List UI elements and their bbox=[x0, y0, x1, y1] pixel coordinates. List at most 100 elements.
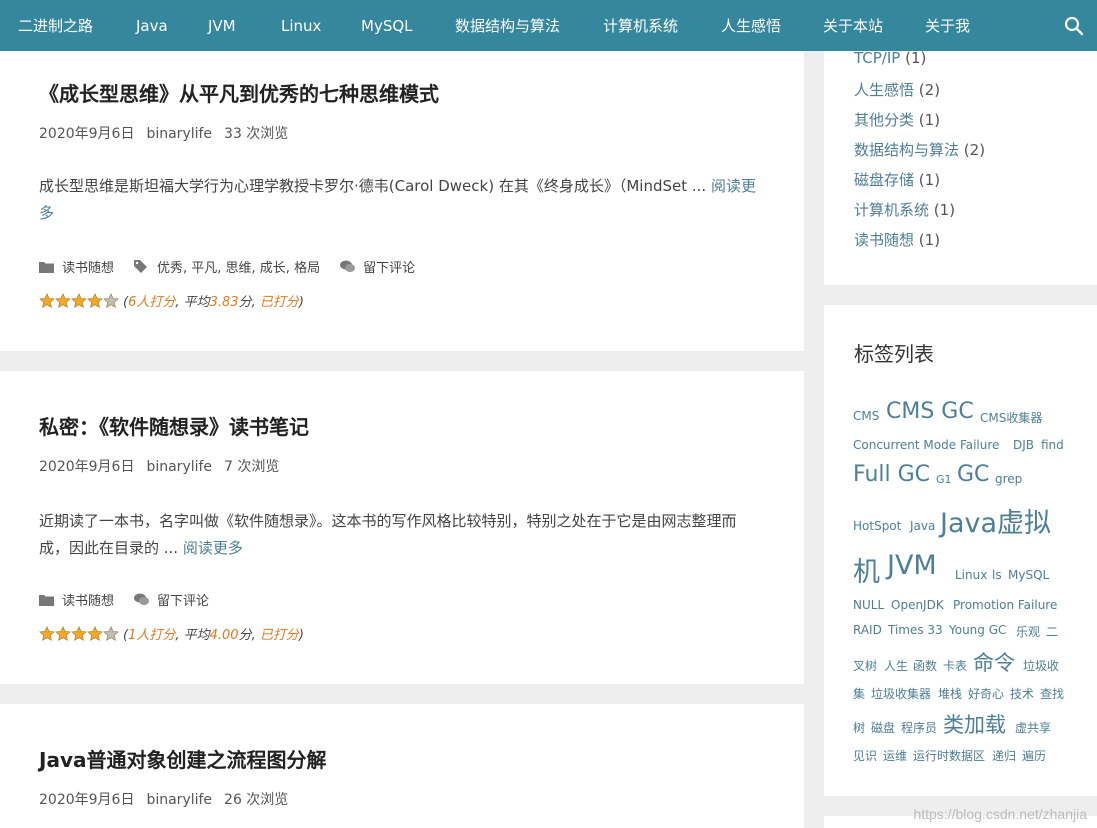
tag-link[interactable]: 类加载 bbox=[943, 709, 1006, 739]
tag-link[interactable]: 机 bbox=[853, 550, 880, 589]
tag-link[interactable]: grep bbox=[995, 472, 1022, 486]
post-date[interactable]: 2020年9月6日 bbox=[39, 792, 134, 808]
post-title[interactable]: 《成长型思维》从平凡到优秀的七种思维模式 bbox=[39, 78, 439, 107]
post-card: 私密：《软件随想录》读书笔记 2020年9月6日 binarylife 7 次浏览 … bbox=[0, 371, 804, 684]
post-date[interactable]: 2020年9月6日 bbox=[39, 459, 134, 475]
nav-data-structures[interactable]: 数据结构与算法 bbox=[455, 0, 560, 51]
tag-link[interactable]: CMS bbox=[853, 409, 879, 423]
rating-stars[interactable] bbox=[39, 292, 119, 309]
category-item[interactable]: 人生感悟 (2) bbox=[854, 79, 940, 100]
tag-link[interactable]: 技术 bbox=[1010, 685, 1034, 702]
nav-life[interactable]: 人生感悟 bbox=[721, 0, 781, 51]
post-title[interactable]: 私密：《软件随想录》读书笔记 bbox=[39, 411, 309, 440]
star-icon[interactable] bbox=[71, 625, 87, 642]
leave-comment-link[interactable]: 留下评论 bbox=[157, 590, 209, 609]
nav-jvm[interactable]: JVM bbox=[208, 0, 236, 51]
tag-link[interactable]: 好奇心 bbox=[968, 685, 1004, 702]
tag-link[interactable]: 运维 bbox=[883, 747, 907, 764]
tag-link[interactable]: 堆栈 bbox=[938, 685, 962, 702]
star-icon[interactable] bbox=[87, 292, 103, 309]
tag-link[interactable]: NULL bbox=[853, 598, 884, 612]
post-category-link[interactable]: 读书随想 bbox=[62, 257, 114, 276]
tag-link[interactable]: ls bbox=[992, 568, 1002, 582]
star-icon[interactable] bbox=[55, 625, 71, 642]
post-footer: 读书随想 留下评论 bbox=[39, 590, 229, 609]
tag-link[interactable]: Linux bbox=[955, 568, 987, 582]
tag-link[interactable]: 二 bbox=[1046, 623, 1058, 640]
tag-link[interactable]: 遍历 bbox=[1022, 747, 1046, 764]
post-category-link[interactable]: 读书随想 bbox=[62, 590, 114, 609]
tag-link[interactable]: Java虚拟 bbox=[940, 501, 1051, 540]
tag-link[interactable]: 垃圾收 bbox=[1023, 657, 1059, 674]
category-item[interactable]: 数据结构与算法 (2) bbox=[854, 139, 985, 160]
nav-mysql[interactable]: MySQL bbox=[361, 0, 413, 51]
tag-link[interactable]: 程序员 bbox=[901, 719, 937, 736]
star-icon[interactable] bbox=[103, 292, 119, 309]
star-icon[interactable] bbox=[55, 292, 71, 309]
tag-link[interactable]: Concurrent Mode Failure bbox=[853, 438, 999, 452]
tag-link[interactable]: 运行时数据区 bbox=[913, 747, 985, 764]
tag-link[interactable]: Full GC bbox=[853, 462, 930, 487]
tag-link[interactable]: Young GC bbox=[949, 623, 1006, 637]
post-author[interactable]: binarylife bbox=[146, 126, 212, 142]
tag-link[interactable]: 叉树 bbox=[853, 657, 877, 674]
tag-link[interactable]: Java bbox=[910, 519, 935, 533]
nav-linux[interactable]: Linux bbox=[281, 0, 321, 51]
tag-link[interactable]: G1 bbox=[936, 473, 952, 486]
post-author[interactable]: binarylife bbox=[146, 459, 212, 475]
star-icon[interactable] bbox=[103, 625, 119, 642]
post-excerpt-text: 近期读了一本书，名字叫做《软件随想录》。这本书的写作风格比较特别，特别之处在于它… bbox=[39, 512, 737, 557]
post-title[interactable]: Java普通对象创建之流程图分解 bbox=[39, 744, 326, 773]
tag-link[interactable]: 命令 bbox=[973, 647, 1015, 677]
search-icon[interactable] bbox=[1063, 15, 1085, 37]
tag-link[interactable]: 递归 bbox=[992, 747, 1016, 764]
tag-link[interactable]: JVM bbox=[887, 550, 937, 581]
tag-link[interactable]: 见识 bbox=[853, 747, 877, 764]
post-author[interactable]: binarylife bbox=[146, 792, 212, 808]
nav-computer-systems[interactable]: 计算机系统 bbox=[603, 0, 678, 51]
category-item[interactable]: 读书随想 (1) bbox=[854, 229, 940, 250]
tag-link[interactable]: MySQL bbox=[1008, 568, 1049, 582]
tag-link[interactable]: 树 bbox=[853, 719, 865, 736]
tag-link[interactable]: 垃圾收集器 bbox=[871, 685, 931, 702]
tag-link[interactable]: GC bbox=[957, 462, 989, 487]
nav-about-site[interactable]: 关于本站 bbox=[823, 0, 883, 51]
category-item[interactable]: 磁盘存储 (1) bbox=[854, 169, 940, 190]
tag-link[interactable]: 虚共享 bbox=[1015, 719, 1051, 736]
tag-link[interactable]: Promotion Failure bbox=[953, 598, 1057, 612]
star-icon[interactable] bbox=[71, 292, 87, 309]
post-tags[interactable]: 优秀, 平凡, 思维, 成长, 格局 bbox=[157, 257, 320, 276]
tag-cloud-widget: 标签列表 CMS CMS GC CMS收集器 Concurrent Mode F… bbox=[824, 305, 1097, 796]
nav-home[interactable]: 二进制之路 bbox=[18, 0, 93, 51]
tag-link[interactable]: 查找 bbox=[1040, 685, 1064, 702]
tag-link[interactable]: HotSpot bbox=[853, 519, 901, 533]
category-item[interactable]: TCP/IP (1) bbox=[854, 49, 926, 67]
tag-link[interactable]: CMS收集器 bbox=[980, 409, 1042, 426]
star-icon[interactable] bbox=[39, 292, 55, 309]
nav-java[interactable]: Java bbox=[136, 0, 168, 51]
tag-link[interactable]: 磁盘 bbox=[871, 719, 895, 736]
tag-link[interactable]: 人生 bbox=[884, 657, 908, 674]
tag-link[interactable]: OpenJDK bbox=[891, 598, 944, 612]
tag-link[interactable]: CMS GC bbox=[886, 399, 974, 424]
rating-stars[interactable] bbox=[39, 625, 119, 642]
top-navbar: 二进制之路 Java JVM Linux MySQL 数据结构与算法 计算机系统… bbox=[0, 0, 1097, 51]
category-item[interactable]: 其他分类 (1) bbox=[854, 109, 940, 130]
read-more-link[interactable]: 阅读更多 bbox=[183, 539, 243, 557]
nav-about-me[interactable]: 关于我 bbox=[925, 0, 970, 51]
star-icon[interactable] bbox=[87, 625, 103, 642]
category-item[interactable]: 计算机系统 (1) bbox=[854, 199, 955, 220]
leave-comment-link[interactable]: 留下评论 bbox=[363, 257, 415, 276]
tag-link[interactable]: 集 bbox=[853, 685, 865, 702]
star-icon[interactable] bbox=[39, 625, 55, 642]
tag-link[interactable]: Times 33 bbox=[888, 623, 943, 637]
tag-link[interactable]: RAID bbox=[853, 623, 882, 637]
watermark: https://blog.csdn.net/zhanjia bbox=[913, 806, 1087, 822]
tag-link[interactable]: 乐观 bbox=[1016, 623, 1040, 640]
post-date[interactable]: 2020年9月6日 bbox=[39, 126, 134, 142]
tag-link[interactable]: DJB bbox=[1013, 438, 1034, 452]
post-excerpt-text: 成长型思维是斯坦福大学行为心理学教授卡罗尔·德韦(Carol Dweck) 在其… bbox=[39, 177, 707, 195]
tag-link[interactable]: 函数 bbox=[913, 657, 937, 674]
tag-link[interactable]: 卡表 bbox=[943, 657, 967, 674]
tag-link[interactable]: find bbox=[1041, 438, 1064, 452]
